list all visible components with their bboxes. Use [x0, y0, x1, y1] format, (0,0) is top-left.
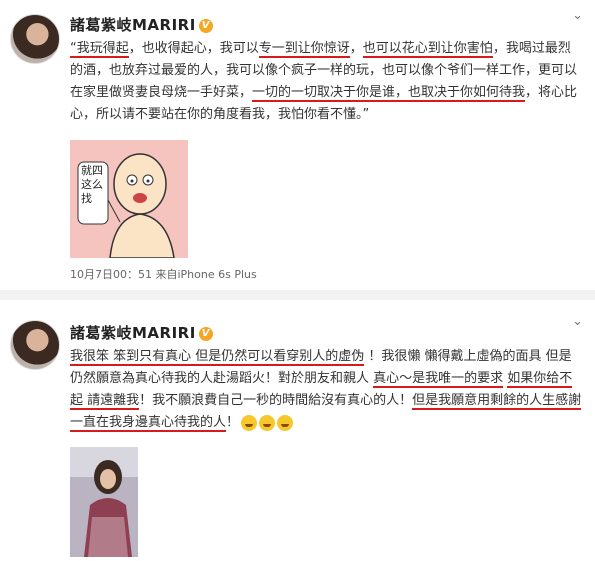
highlighted-phrase: 一切的一切取决于你是谁，也取决于你如何待我 [252, 85, 526, 102]
post-text: 我很笨 笨到只有真心 但是仍然可以看穿别人的虚伪 ！我很懶 懶得戴上虛偽的面具 … [70, 346, 582, 434]
grin-emoji [241, 414, 258, 431]
image-caption-text: 就四这么找 [81, 164, 103, 205]
text-segment: ， [349, 41, 363, 56]
post-text: “我玩得起，也收得起心，我可以专一到让你惊讶，也可以花心到让你害怕，我喝过最烈的… [70, 38, 582, 126]
text-segment: ！我不願浪費自己一秒的時間給沒有真心的人！ [139, 393, 413, 408]
post-image[interactable]: 就四这么找 [70, 140, 188, 258]
weibo-post-2: 諸葛紫岐MARIRI V ⌄ 我很笨 笨到只有真心 但是仍然可以看穿别人的虚伪 ！… [0, 300, 595, 561]
chevron-down-icon[interactable]: ⌄ [572, 314, 583, 329]
post-image[interactable] [70, 447, 138, 557]
post-divider [0, 290, 595, 300]
verified-badge-icon: V [198, 18, 213, 33]
verified-badge-icon: V [198, 326, 213, 341]
text-segment: ，也收得起心，我可以 [128, 41, 259, 56]
weibo-post-1: 諸葛紫岐MARIRI V ⌄ “我玩得起，也收得起心，我可以专一到让你惊讶，也可以… [0, 0, 595, 290]
author-name[interactable]: 諸葛紫岐MARIRI V [70, 322, 213, 343]
post-meta: 10月7日00：51 来自iPhone 6s Plus [70, 268, 257, 281]
grin-emoji [259, 414, 276, 431]
avatar[interactable] [10, 14, 60, 64]
highlighted-phrase: 也可以花心到让你害怕 [362, 41, 493, 58]
highlighted-phrase: 我很笨 笨到只有真心 但是仍然可以看穿别人的虚伪 [70, 349, 365, 366]
author-name-text[interactable]: 諸葛紫岐MARIRI [70, 324, 196, 342]
highlighted-phrase: “我玩得起 [70, 41, 129, 58]
author-name-text[interactable]: 諸葛紫岐MARIRI [70, 16, 196, 34]
highlighted-phrase: 真心～是我唯一的要求 [373, 371, 504, 388]
avatar[interactable] [10, 320, 60, 370]
author-name[interactable]: 諸葛紫岐MARIRI V [70, 14, 213, 35]
highlighted-phrase: 专一到让你惊讶 [258, 41, 350, 58]
chevron-down-icon[interactable]: ⌄ [572, 8, 583, 23]
text-segment: ！ [226, 415, 240, 430]
grin-emoji [277, 414, 294, 431]
photo-portrait [70, 447, 138, 557]
